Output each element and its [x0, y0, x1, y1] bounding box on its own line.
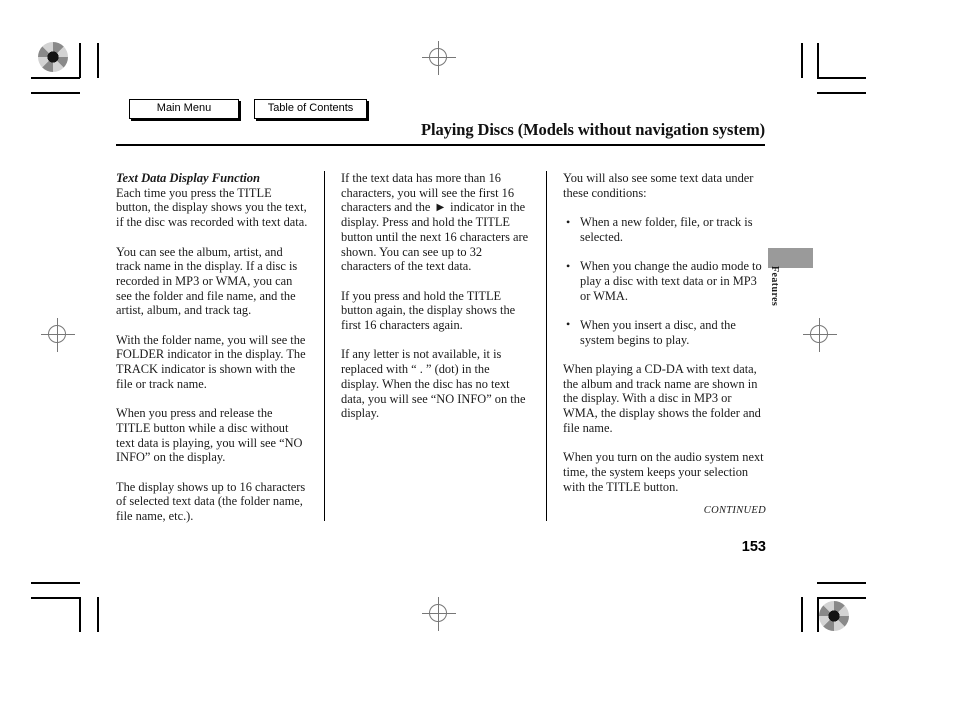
paragraph: When you turn on the audio system next t…	[563, 450, 764, 494]
page-number: 153	[741, 539, 766, 555]
section-heading-text-data-display-function: Text Data Display Function	[116, 171, 261, 185]
paragraph: When playing a CD-DA with text data, the…	[563, 362, 761, 435]
conditions-list: When a new folder, file, or track is sel…	[563, 215, 768, 347]
registration-dot-bottom-right	[819, 601, 849, 631]
column-three: You will also see some text data under t…	[546, 171, 768, 521]
crop-mark-tl-h2	[31, 92, 80, 94]
crop-mark-br-h2	[817, 597, 866, 599]
registration-cross-left	[41, 318, 75, 352]
list-item: When you change the audio mode to play a…	[563, 259, 768, 303]
registration-cross-right	[803, 318, 837, 352]
crop-mark-tr-h	[817, 77, 866, 79]
paragraph-with-indicator: If the text data has more than 16 charac…	[341, 171, 530, 274]
crop-mark-bl-h2	[31, 597, 80, 599]
paragraph: You will also see some text data under t…	[563, 171, 754, 200]
page-title: Playing Discs (Models without navigation…	[421, 120, 765, 139]
main-menu-button[interactable]: Main Menu	[129, 99, 239, 119]
paragraph: If any letter is not available, it is re…	[341, 347, 526, 421]
column-one: Text Data Display Function Each time you…	[116, 171, 324, 524]
paragraph: The display shows up to 16 characters of…	[116, 479, 306, 524]
list-item: When a new folder, file, or track is sel…	[563, 215, 768, 244]
crop-mark-bl-v2	[97, 597, 99, 632]
right-triangle-indicator-icon: ▶	[436, 202, 445, 214]
paragraph: With the folder name, you will see the F…	[116, 332, 306, 391]
crop-mark-tr-h2	[817, 92, 866, 94]
registration-cross-top	[422, 41, 456, 75]
title-divider-rule	[116, 144, 765, 146]
crop-mark-bl-h	[31, 582, 80, 584]
crop-mark-tl-v	[79, 43, 81, 78]
registration-dot-top-left	[38, 42, 68, 72]
list-item: When you insert a disc, and the system b…	[563, 317, 768, 347]
navigation-buttons: Main Menu Table of Contents	[129, 99, 367, 119]
crop-mark-tl-h	[31, 77, 80, 79]
continued-label: CONTINUED	[703, 505, 766, 516]
section-thumb-tab	[768, 248, 813, 268]
paragraph: Each time you press the TITLE button, th…	[116, 185, 308, 230]
crop-mark-tr-v	[801, 43, 803, 78]
crop-mark-br-v	[801, 597, 803, 632]
crop-mark-bl-v	[79, 597, 81, 632]
section-thumb-tab-label: Features	[769, 266, 780, 307]
crop-mark-tl-v2	[97, 43, 99, 78]
paragraph: You can see the album, artist, and track…	[116, 244, 298, 318]
content-columns: Text Data Display Function Each time you…	[116, 171, 768, 524]
crop-mark-br-h	[817, 582, 866, 584]
paragraph: If you press and hold the TITLE button a…	[341, 288, 516, 333]
table-of-contents-button[interactable]: Table of Contents	[254, 99, 367, 119]
crop-mark-tr-v2	[817, 43, 819, 78]
registration-cross-bottom	[422, 597, 456, 631]
paragraph: When you press and release the TITLE but…	[116, 406, 303, 465]
column-two: If the text data has more than 16 charac…	[324, 171, 546, 521]
